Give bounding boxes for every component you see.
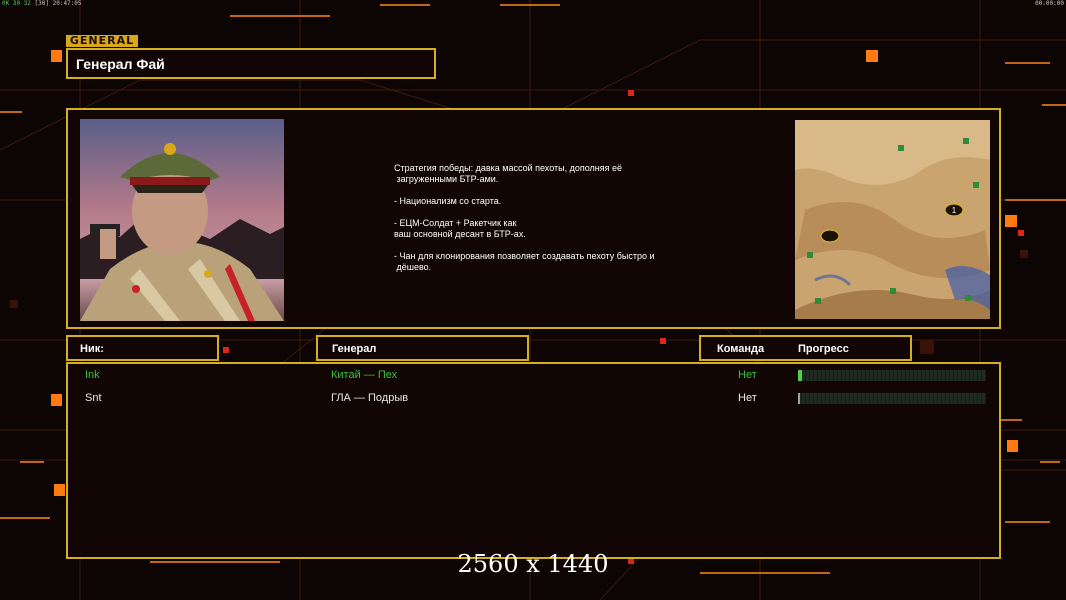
description-line: ваш основной десант в БТР-ах. (394, 229, 526, 239)
description-line: - Чан для клонирования позволяет создава… (394, 251, 655, 261)
player-general: ГЛА — Подрыв (331, 392, 409, 404)
description-line: Стратегия победы: давка массой пехоты, д… (394, 163, 623, 173)
player-progress-bar (798, 370, 986, 381)
header-team: Команда (717, 343, 765, 355)
player-nick: Ink (85, 369, 100, 381)
header-general-box: Генерал (316, 335, 529, 361)
general-portrait (80, 119, 284, 321)
start-position-marker: 1 (952, 206, 957, 215)
player-progress-bar (798, 393, 986, 404)
general-title-panel: Генерал Фай (66, 48, 436, 79)
player-row[interactable]: Ink Китай — Пех Нет (66, 366, 1001, 386)
player-team: Нет (738, 392, 757, 404)
description-line: загруженными БТР-ами. (394, 174, 499, 184)
player-progress-fill (798, 370, 802, 381)
hud-clock-right: 00:00:00 (1035, 0, 1064, 7)
player-progress-fill (798, 393, 800, 404)
hud-status-left: 0K 30 32 [30] 20:47:05 (2, 0, 82, 7)
general-name: Генерал Фай (76, 56, 165, 72)
header-progress: Прогресс (798, 343, 849, 355)
description-line: - ЕЦМ-Солдат + Ракетчик как (394, 218, 517, 228)
header-nick: Ник: (80, 343, 104, 355)
player-nick: Snt (85, 392, 102, 404)
description-line (394, 240, 714, 251)
header-team-progress-box: Команда Прогресс (699, 335, 912, 361)
header-nick-box: Ник: (66, 335, 219, 361)
description-line (394, 185, 714, 196)
general-logo: GENERAL (66, 35, 138, 47)
description-line: - Национализм со старта. (394, 196, 502, 206)
header-general: Генерал (332, 343, 377, 355)
hud-clock-left: 20:47:05 (52, 0, 82, 7)
hud-status-counter: 0K 30 32 (2, 0, 31, 7)
player-team: Нет (738, 369, 757, 381)
strategy-description: Стратегия победы: давка массой пехоты, д… (394, 163, 714, 273)
description-line (394, 207, 714, 218)
description-line: дёшево. (394, 262, 432, 272)
map-preview[interactable]: 1 (795, 120, 990, 319)
resolution-label: 2560 x 1440 (457, 550, 609, 578)
player-general: Китай — Пех (331, 369, 398, 381)
hud-status-sub: [30] (34, 0, 49, 7)
player-row[interactable]: Snt ГЛА — Подрыв Нет (66, 389, 1001, 409)
